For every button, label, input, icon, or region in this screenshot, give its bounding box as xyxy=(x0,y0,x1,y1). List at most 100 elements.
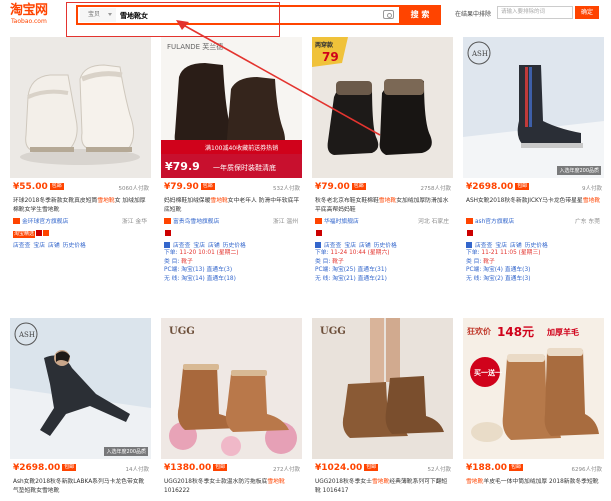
sales-count: 272人付款 xyxy=(273,467,300,473)
dianchacha-icon xyxy=(315,242,321,248)
info-value: 淘宝(4) 直通车(3) xyxy=(483,267,531,274)
logo-text: 淘宝网 xyxy=(10,3,48,18)
product-image[interactable]: UGG xyxy=(161,318,302,459)
product-price: ¥55.00 xyxy=(13,182,48,192)
exclude-input[interactable]: 请输入要排除的词 xyxy=(497,6,573,19)
product-image[interactable]: ASH 入选年度200品质 xyxy=(10,318,151,459)
pc-row: PC端: 淘宝(25) 直通车(31) xyxy=(315,266,451,275)
product-card[interactable]: ASH 入选年度200品质 ¥2698.00 包邮 14人付款 Ash女靴2018… xyxy=(10,318,151,501)
info-label: 无 线: xyxy=(466,275,482,282)
product-title[interactable]: Ash女靴2018秋冬新款LABKA系列马卡龙色带女靴气垫短靴女雪地靴 xyxy=(13,478,149,496)
shop-name[interactable]: ash官方旗舰店 xyxy=(475,219,514,225)
sales-count: 9人付款 xyxy=(582,186,602,192)
product-card[interactable]: ¥55.00 包邮 5060人付款 环球2018冬季新款女靴真皮短筒雪地靴女 加绒… xyxy=(10,37,151,307)
info-value: 淘宝(21) 直通车(21) xyxy=(332,275,387,282)
search-button[interactable]: 搜 索 xyxy=(399,5,441,25)
tmall-icon xyxy=(165,230,171,236)
product-title[interactable]: UGG2018秋冬季女士款温水防污拖板底雪地靴 1016222 xyxy=(164,478,300,496)
product-card[interactable]: FULANDE 芙兰德 满100减40收藏前送券热销 ¥79.9 一年质保时装鞋… xyxy=(161,37,302,307)
product-card[interactable]: ASH 入选年度200品质 ¥2698.00 包邮 9人付款 ASH女靴2018秋… xyxy=(463,37,604,307)
price-row: ¥55.00 包邮 5060人付款 xyxy=(13,182,151,194)
badges xyxy=(164,229,171,237)
free-shipping-badge: 包邮 xyxy=(200,183,215,190)
sales-count: 14人付款 xyxy=(125,467,150,473)
product-price: ¥2698.00 xyxy=(13,463,61,473)
info-label: PC端: xyxy=(164,267,180,274)
type-row: 类 目: 靴子 xyxy=(315,258,451,267)
product-price: ¥1380.00 xyxy=(164,463,212,473)
product-card[interactable]: 两穿款 79 ¥79.00 包邮 2758人付款 秋冬老北京布鞋女鞋棉鞋雪地靴女加… xyxy=(312,37,453,307)
title-text: 羊皮毛一体中筒加绒加厚 2018新款冬季短靴 xyxy=(483,479,599,485)
type-row: 类 目: 靴子 xyxy=(466,258,602,267)
dianchacha-icon xyxy=(466,242,472,248)
price-row: ¥1380.00 包邮 272人付款 xyxy=(164,463,302,475)
sales-count: 6296人付款 xyxy=(571,467,603,473)
product-image[interactable]: 两穿款 79 xyxy=(312,37,453,178)
tmall-icon xyxy=(316,230,322,236)
product-card[interactable]: UGG ¥1380.00 包邮 272人付款 UGG2018秋冬季女士款温水防污拖… xyxy=(161,318,302,501)
logo-subtext: Taobao.com xyxy=(11,18,47,25)
location: 河北 石家庄 xyxy=(418,219,449,225)
mobile-row: 无 线: 淘宝(2) 直通车(3) xyxy=(466,275,602,284)
link-shop[interactable]: 店铺 xyxy=(48,243,60,249)
tool-links: 店查查 宝店 店铺 历史价格 xyxy=(164,240,249,249)
link-baodian[interactable]: 宝店 xyxy=(33,243,45,249)
link-dianchacha[interactable]: 店查查 xyxy=(13,243,30,249)
product-image[interactable]: FULANDE 芙兰德 满100减40收藏前送券热销 ¥79.9 一年质保时装鞋… xyxy=(161,37,302,178)
sales-count: 52人付款 xyxy=(427,467,452,473)
title-text: Ash女靴2018秋冬新款LABKA系列马卡龙色带 xyxy=(13,479,133,485)
product-image[interactable] xyxy=(10,37,151,178)
shop-name[interactable]: 富贵鸟雪地旗舰店 xyxy=(173,219,219,225)
product-title[interactable]: ASH女靴2018秋冬新款JICKY马卡龙色带星星雪地靴 xyxy=(466,197,602,206)
title-text: ASH女靴2018秋冬新款JICKY马卡龙色带星星 xyxy=(466,198,583,204)
product-image[interactable]: ASH 入选年度200品质 xyxy=(463,37,604,178)
shop-row: 华福时旗舰店 河北 石家庄 xyxy=(315,216,451,226)
info-value: 靴子 xyxy=(181,258,193,265)
exclude-label: 在结果中排除 xyxy=(455,11,492,18)
promo-subtext: 一年质保时装鞋清底 xyxy=(213,163,276,172)
promo-price: ¥79.9 xyxy=(165,160,200,173)
title-keyword: 雪地靴 xyxy=(210,198,228,204)
product-card[interactable]: 狂欢价 148元 加厚羊毛 买一送一 ¥188.00 包邮 6296人付款 雪地靴… xyxy=(463,318,604,501)
price-row: ¥2698.00 包邮 9人付款 xyxy=(466,182,604,194)
taobao-logo[interactable]: 淘宝网 Taobao.com xyxy=(10,3,64,29)
tmall-icon xyxy=(467,230,473,236)
free-shipping-badge: 包邮 xyxy=(49,183,64,190)
product-price: ¥188.00 xyxy=(466,463,507,473)
product-title[interactable]: 妈妈棉鞋加绒保暖雪地靴女中老年人 防滑中年软底平底短靴 xyxy=(164,197,300,215)
title-keyword: 雪地靴 xyxy=(378,198,397,204)
shop-name[interactable]: 华福时旗舰店 xyxy=(324,219,359,225)
product-card[interactable]: UGG ¥1024.00 包邮 52人付款 UGG2018秋冬季女士雪地靴经典薄靴… xyxy=(312,318,453,501)
product-title[interactable]: UGG2018秋冬季女士雪地靴经典薄靴系列可下翻短靴 1016417 xyxy=(315,478,451,496)
location: 广东 东莞 xyxy=(574,219,600,225)
confirm-button[interactable]: 确定 xyxy=(575,6,599,19)
product-title[interactable]: 雪地靴羊皮毛一体中筒加绒加厚 2018新款冬季短靴 xyxy=(466,478,602,487)
promo-text: 加厚羊毛 xyxy=(546,327,579,337)
tmall-icon xyxy=(36,230,43,236)
title-text: 秋冬老北京布鞋女鞋棉鞋 xyxy=(315,198,379,204)
free-shipping-badge: 包邮 xyxy=(351,183,366,190)
title-keyword: 雪地靴 xyxy=(466,479,484,485)
shop-row: ash官方旗舰店 广东 东莞 xyxy=(466,216,602,226)
price-row: ¥79.00 包邮 2758人付款 xyxy=(315,182,453,194)
product-title[interactable]: 秋冬老北京布鞋女鞋棉鞋雪地靴女加绒加厚防滑加水平底高帮妈妈鞋 xyxy=(315,197,451,215)
info-label: 无 线: xyxy=(164,275,180,282)
gold-seller-icon xyxy=(43,230,50,236)
title-text: UGG2018秋冬季女士款温水防污拖板底 xyxy=(164,479,268,485)
badges: 淘宝精选 xyxy=(13,229,50,238)
ugg-logo: UGG xyxy=(320,326,346,337)
link-history[interactable]: 历史价格 xyxy=(63,243,86,249)
order-time-row: 下单: 11-20 10:01 (星期二) xyxy=(164,249,300,258)
shop-icon xyxy=(315,218,322,224)
product-image[interactable]: UGG xyxy=(312,318,453,459)
product-title[interactable]: 环球2018冬季新款女靴真皮短筒雪地靴女 加绒加厚棉靴女学生雪地靴 xyxy=(13,197,149,215)
info-label: 下单: xyxy=(315,250,329,256)
info-label: PC端: xyxy=(315,267,331,274)
free-shipping-badge: 包邮 xyxy=(364,464,379,471)
info-value: 淘宝(2) 直通车(3) xyxy=(483,275,531,282)
camera-icon[interactable] xyxy=(383,10,394,19)
product-image[interactable]: 狂欢价 148元 加厚羊毛 买一送一 xyxy=(463,318,604,459)
shop-name[interactable]: 金环球官方旗舰店 xyxy=(22,219,68,225)
type-row: 类 目: 靴子 xyxy=(164,258,300,267)
free-shipping-badge: 包邮 xyxy=(509,464,524,471)
